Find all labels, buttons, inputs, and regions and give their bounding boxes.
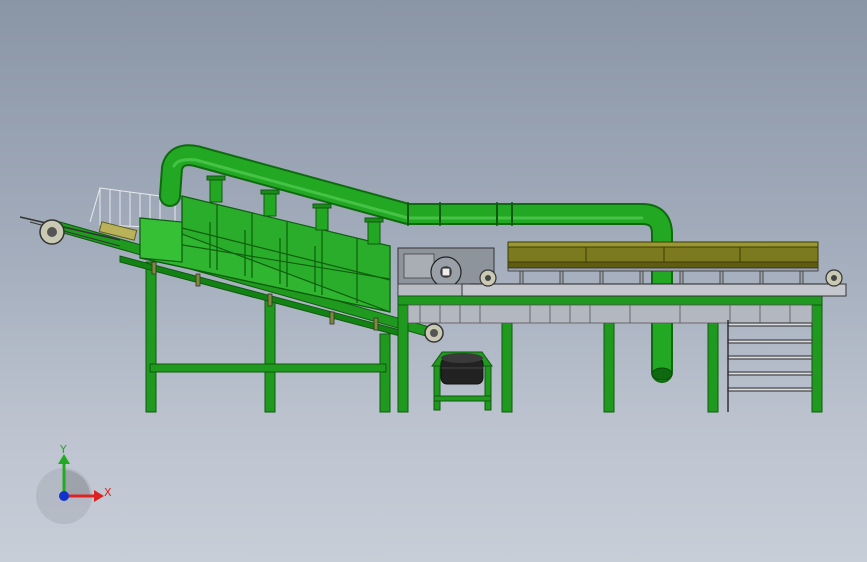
y-axis-label: Y: [59, 443, 67, 456]
roller-drum-stand: [431, 351, 493, 411]
platform-grating: [407, 304, 813, 324]
coordinate-triad: Y X: [36, 443, 112, 524]
olive-storage-bins: [507, 241, 819, 269]
conveyor-head-pulley: [424, 323, 444, 343]
conveyor-assembly-model[interactable]: Y X: [0, 0, 867, 562]
graphics-viewport[interactable]: Y X: [0, 0, 867, 562]
access-stair: [727, 320, 813, 412]
z-axis-dot: [59, 491, 69, 501]
x-axis-label: X: [104, 486, 112, 499]
